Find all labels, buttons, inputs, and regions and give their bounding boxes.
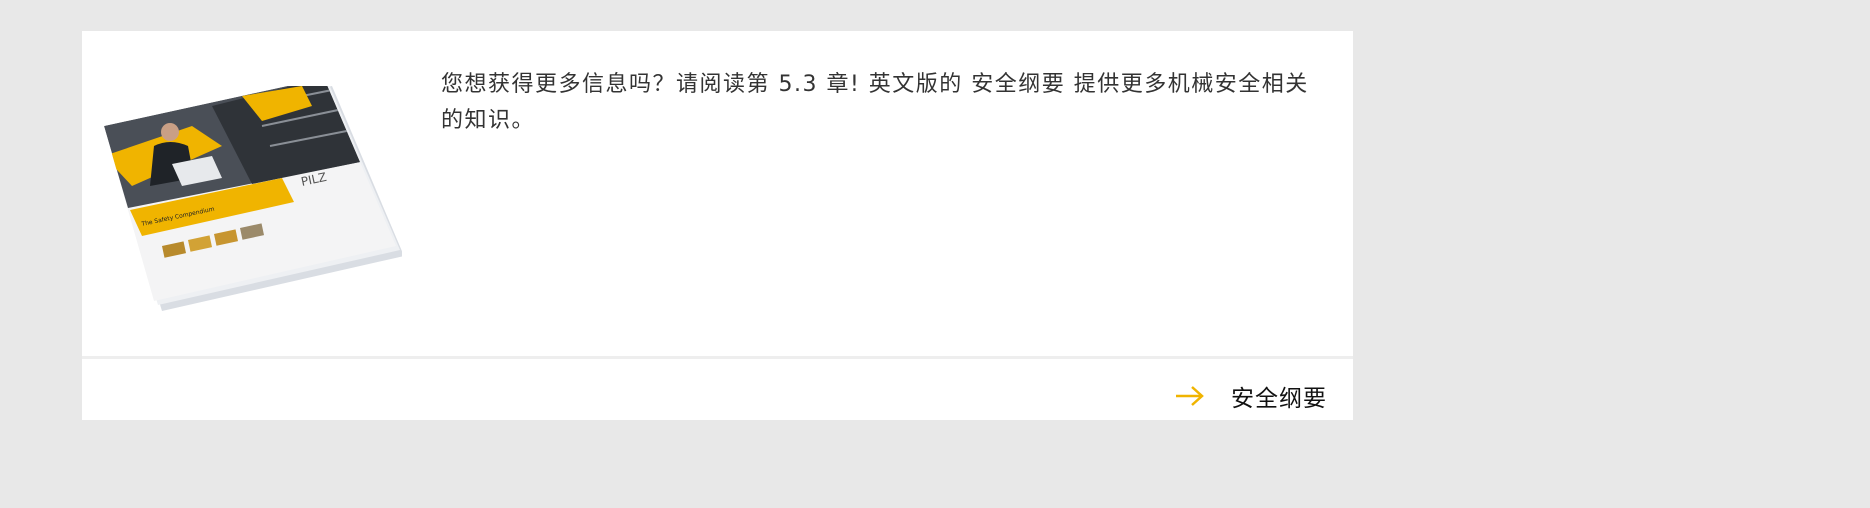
- safety-compendium-link[interactable]: 安全纲要: [1175, 376, 1327, 416]
- teaser-description: 您想获得更多信息吗？请阅读第 5.3 章! 英文版的 安全纲要 提供更多机械安全…: [441, 72, 1309, 133]
- teaser-card: The Safety Compendium PILZ 您想获得更多信息吗？请阅读…: [82, 31, 1353, 420]
- teaser-body: The Safety Compendium PILZ 您想获得更多信息吗？请阅读…: [82, 31, 1353, 356]
- safety-compendium-link-label: 安全纲要: [1231, 386, 1327, 412]
- divider: [82, 356, 1353, 359]
- arrow-right-icon: [1176, 386, 1204, 406]
- safety-compendium-brochure-image: The Safety Compendium PILZ: [104, 86, 402, 311]
